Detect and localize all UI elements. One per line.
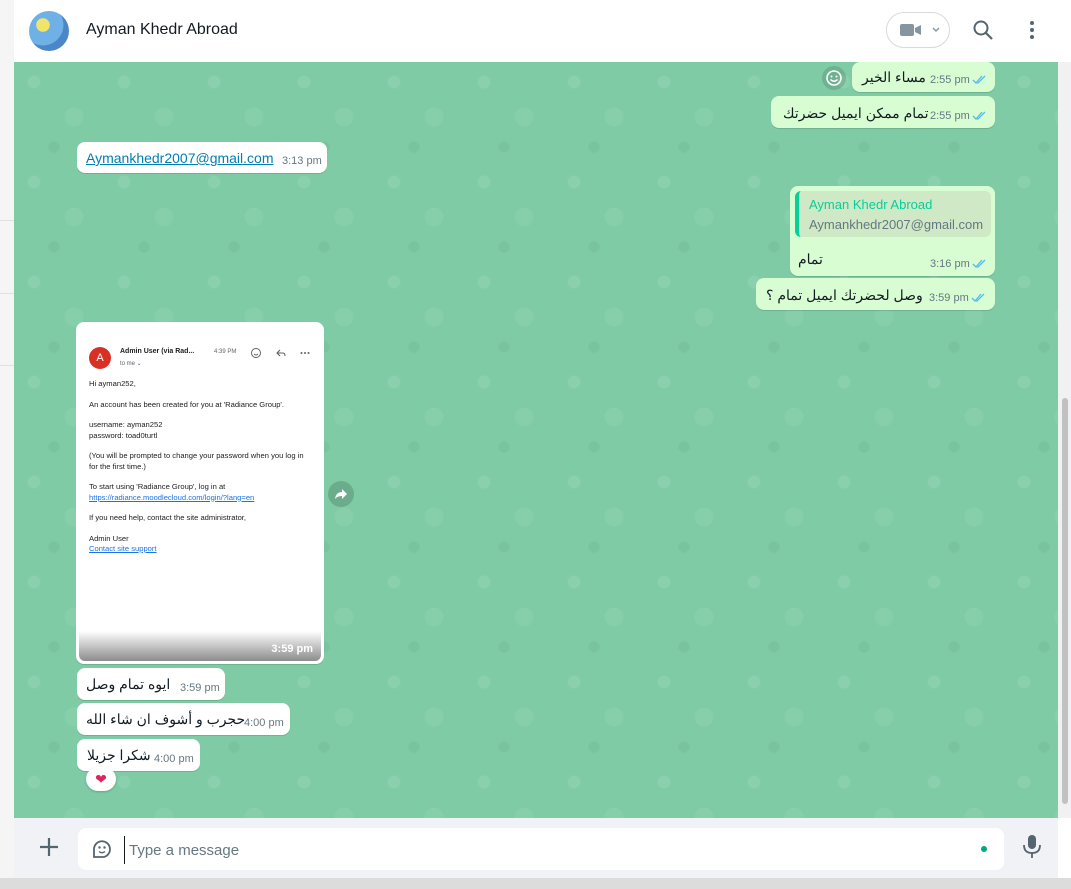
message-text: مساء الخير [862,69,926,85]
message-time: 4:00 pm [244,717,284,729]
read-ticks-icon [972,75,986,84]
react-emoji-button[interactable] [822,66,846,90]
chevron-down-icon [932,27,940,32]
sticker-icon[interactable] [90,837,114,861]
message-time: 2:55 pm [930,110,970,122]
microphone-icon[interactable] [1022,834,1042,860]
emoji-icon [251,348,261,358]
message-time: 3:16 pm [930,258,970,270]
email-password: password: toad0turtl [89,430,158,440]
email-time: 4:39 PM [214,349,237,355]
email-greeting: Hi ayman252, [89,379,136,388]
email-prompt: (You will be prompted to change your pas… [89,451,304,471]
attach-plus-icon[interactable] [38,836,60,858]
message-text: تمام [798,251,823,267]
quoted-message[interactable]: Ayman Khedr Abroad Aymankhedr2007@gmail.… [795,191,991,237]
window-bottom-edge [0,878,1071,889]
message-composer[interactable] [78,828,1004,870]
forward-button[interactable] [328,481,354,507]
image-message[interactable]: A Admin User (via Rad... to me ⌄ 4:39 PM… [76,322,324,664]
reply-icon [276,349,286,357]
divider [0,365,14,366]
message-text: شكرا جزيلا [87,747,151,763]
search-icon[interactable] [972,19,994,41]
message-time: 2:55 pm [930,74,970,86]
email-from: Admin User (via Rad... [120,348,195,355]
left-panel-edge [0,0,15,889]
message-in[interactable]: ايوه تمام وصل 3:59 pm [77,668,225,700]
video-call-icon [900,24,921,36]
email-start: To start using 'Radiance Group', log in … [89,482,226,491]
contact-avatar[interactable] [29,11,69,51]
message-text: وصل لحضرتك ايميل تمام ؟ [766,287,923,303]
email-to: to me ⌄ [120,361,142,367]
email-contact-link: Contact site support [89,544,157,553]
composer-bar [14,818,1058,878]
forward-icon [335,489,347,499]
read-ticks-icon [972,259,986,268]
message-time: 3:13 pm [282,155,322,167]
sender-avatar: A [89,347,111,369]
email-screenshot[interactable]: A Admin User (via Rad... to me ⌄ 4:39 PM… [79,325,321,661]
smiley-icon [826,70,842,86]
quoted-text: Aymankhedr2007@gmail.com [809,217,984,232]
quoted-name: Ayman Khedr Abroad [809,197,933,212]
heart-reaction[interactable]: ❤ [86,767,116,791]
message-text: حجرب و أشوف ان شاء الله [86,711,246,727]
email-username: username: ayman252 [89,420,163,429]
message-out[interactable]: تمام ممكن ايميل حضرتك 2:55 pm [771,96,995,128]
email-link[interactable]: Aymankhedr2007@gmail.com [86,150,274,166]
image-time: 3:59 pm [271,643,313,655]
menu-icon[interactable] [1022,20,1042,40]
chat-scrollbar[interactable] [1058,62,1071,818]
more-icon [300,352,310,354]
status-dot [981,846,987,852]
video-call-button[interactable] [886,12,950,48]
whatsapp-app: Ayman Khedr Abroad مساء الخير 2:55 pm تم… [0,0,1071,889]
contact-name[interactable]: Ayman Khedr Abroad [86,21,238,39]
message-in[interactable]: حجرب و أشوف ان شاء الله 4:00 pm [77,703,290,735]
read-ticks-icon [972,111,986,120]
read-ticks-icon [971,293,985,302]
email-login-link: https://radiance.moodlecloud.com/login/?… [89,492,255,502]
message-time: 4:00 pm [154,753,194,765]
chat-area: مساء الخير 2:55 pm تمام ممكن ايميل حضرتك… [14,62,1058,818]
message-text: ايوه تمام وصل [86,676,171,692]
email-signoff: Admin User [89,533,129,543]
email-help: If you need help, contact the site admin… [89,513,247,522]
message-text: تمام ممكن ايميل حضرتك [783,105,929,121]
divider [0,293,14,294]
message-out[interactable]: مساء الخير 2:55 pm [852,62,995,92]
scrollbar-thumb[interactable] [1062,398,1068,804]
email-line: An account has been created for you at '… [89,399,284,409]
chat-header: Ayman Khedr Abroad [14,0,1058,63]
message-input[interactable] [124,836,971,864]
message-out[interactable]: وصل لحضرتك ايميل تمام ؟ 3:59 pm [756,278,995,310]
message-time: 3:59 pm [180,682,220,694]
divider [0,220,14,221]
message-time: 3:59 pm [929,292,969,304]
message-out-reply[interactable]: Ayman Khedr Abroad Aymankhedr2007@gmail.… [790,186,995,276]
message-in[interactable]: Aymankhedr2007@gmail.com 3:13 pm [77,142,327,173]
email-body: Hi ayman252, An account has been created… [89,379,311,565]
